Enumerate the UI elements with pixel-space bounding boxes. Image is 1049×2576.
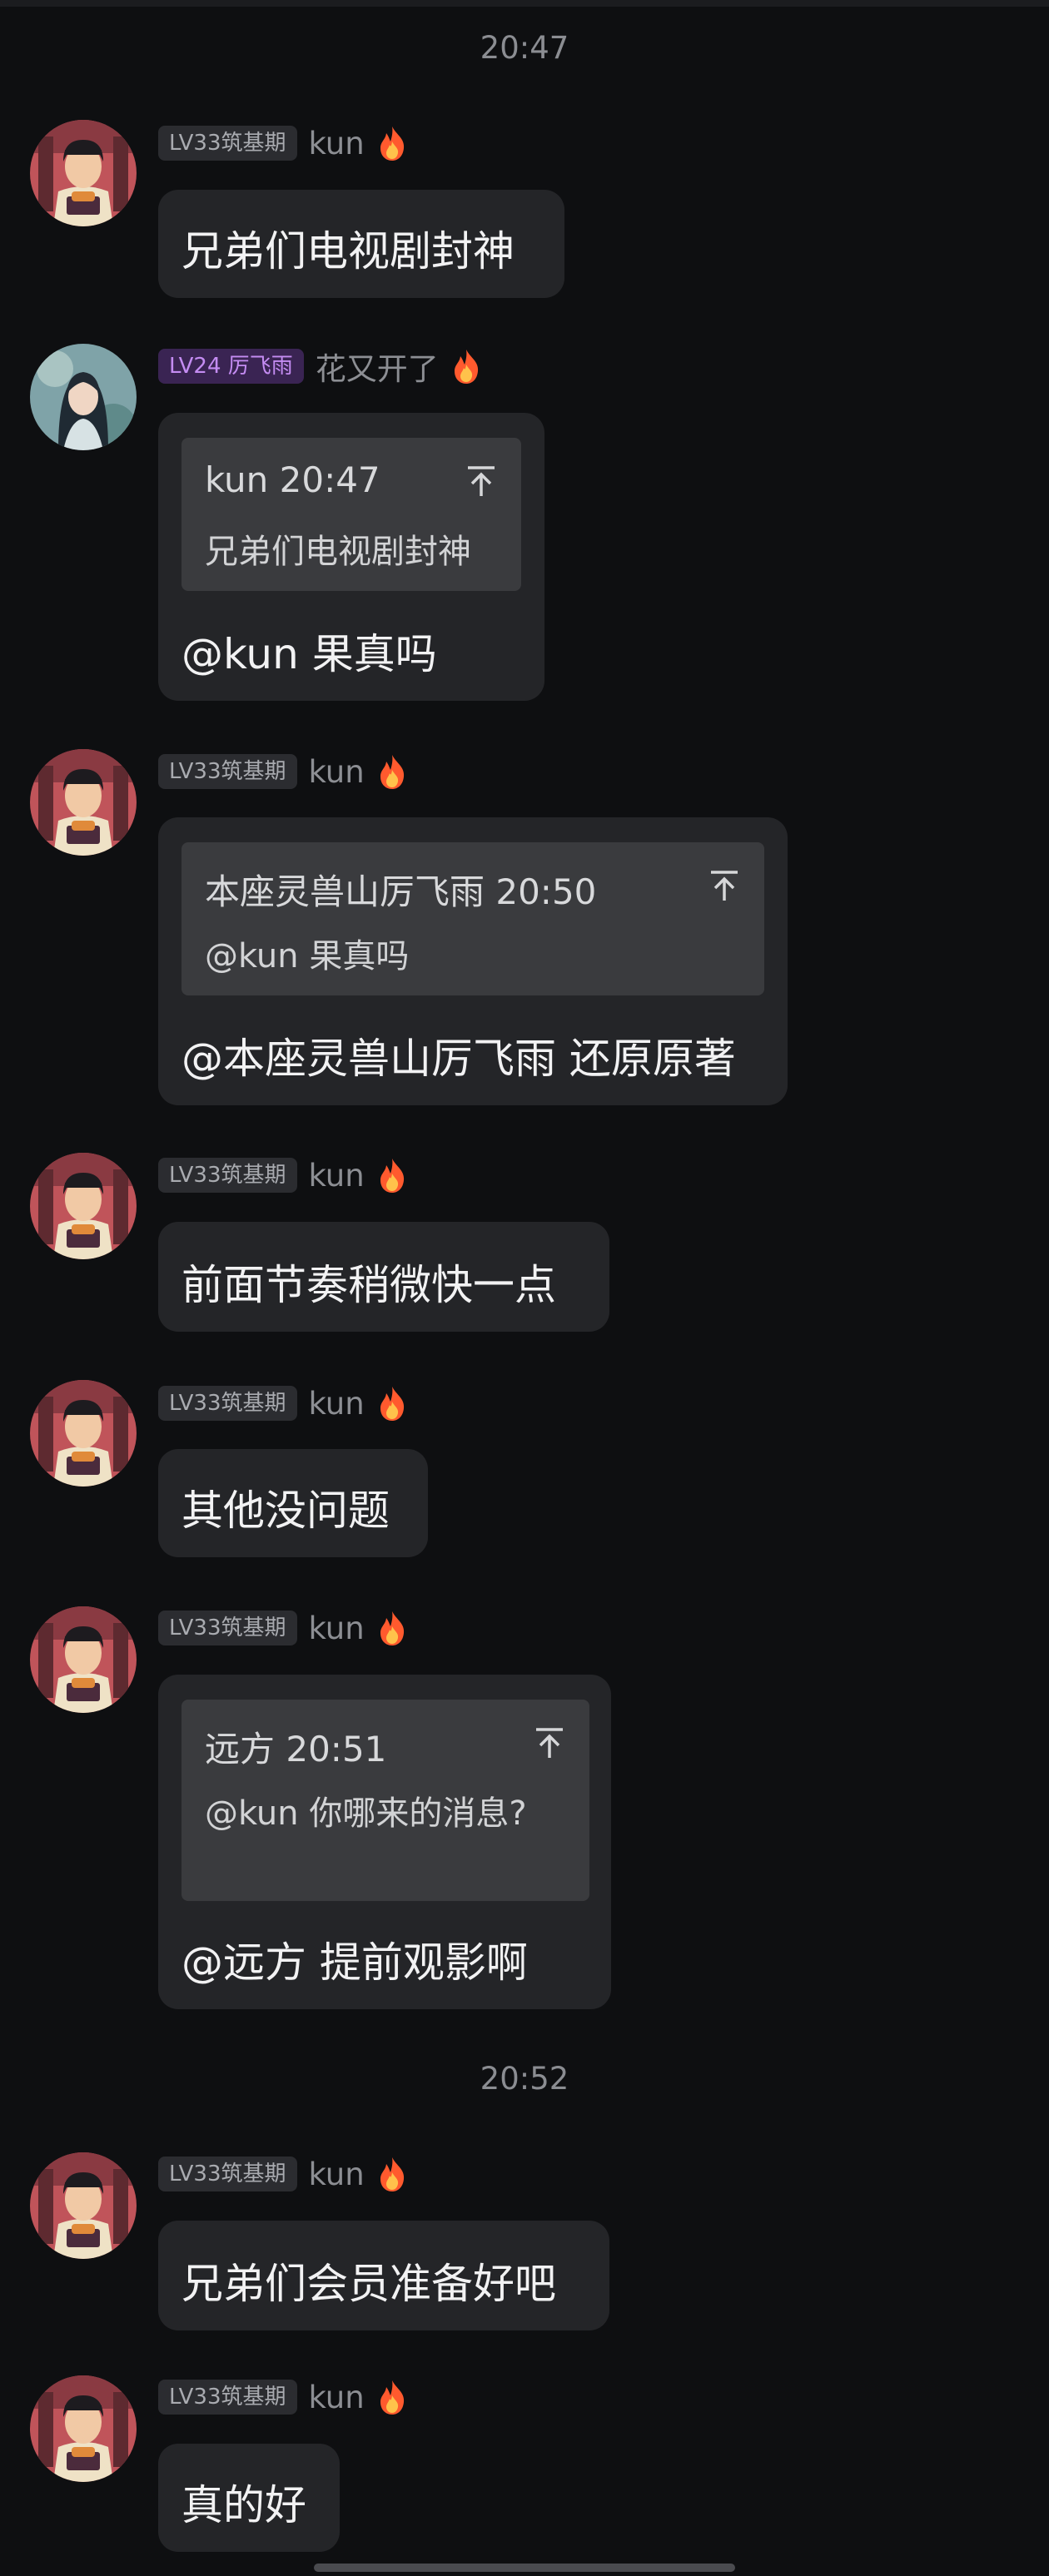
message-meta: LV24 厉飞雨 花又开了 [158,348,482,387]
message-meta: LV33筑基期 kun [158,1157,408,1194]
sender-name[interactable]: kun [309,1611,365,1646]
message-meta: LV33筑基期 kun [158,1610,408,1646]
message-text: 前面节奏稍微快一点 [181,1261,556,1309]
avatar-hua[interactable] [30,344,137,450]
avatar-kun[interactable] [30,1606,137,1713]
message-text: @kun 果真吗 [181,630,437,678]
message-meta: LV33筑基期 kun [158,1385,408,1422]
flame-icon [376,753,408,790]
message-meta: LV33筑基期 kun [158,753,408,790]
sender-name[interactable]: kun [309,2157,365,2192]
level-badge: LV33筑基期 [158,1386,297,1421]
status-strip [0,0,1049,7]
quote-header: 远方 20:51 [205,1729,387,1769]
avatar-kun[interactable] [30,2375,137,2482]
message-bubble[interactable]: 真的好 [158,2444,340,2552]
level-badge: LV33筑基期 [158,1611,297,1645]
avatar-kun[interactable] [30,120,137,226]
jump-to-message-icon[interactable] [533,1726,566,1760]
message-text: 兄弟们电视剧封神 [181,227,515,275]
message-bubble[interactable]: 本座灵兽山厉飞雨 20:50 @kun 果真吗 @本座灵兽山厉飞雨 还原原著 [158,817,788,1105]
sender-name[interactable]: kun [309,126,365,161]
quote-header: kun 20:47 [205,459,380,500]
timestamp-separator: 20:52 [480,2061,569,2097]
flame-icon [376,1157,408,1194]
quoted-message[interactable]: 本座灵兽山厉飞雨 20:50 @kun 果真吗 [181,842,764,995]
jump-to-message-icon[interactable] [465,464,498,498]
avatar-kun[interactable] [30,749,137,856]
sender-name[interactable]: kun [309,2380,365,2415]
level-badge: LV33筑基期 [158,126,297,161]
flame-icon [450,348,482,385]
message-meta: LV33筑基期 kun [158,2156,408,2192]
quote-header: 本座灵兽山厉飞雨 20:50 [205,871,597,912]
flame-icon [376,1385,408,1422]
level-badge: LV24 厉飞雨 [158,349,304,384]
message-bubble[interactable]: 其他没问题 [158,1449,428,1557]
flame-icon [376,1610,408,1646]
avatar-kun[interactable] [30,1153,137,1259]
message-text: @远方 提前观影啊 [181,1938,528,1987]
message-bubble[interactable]: 兄弟们电视剧封神 [158,190,564,298]
timestamp-separator: 20:47 [480,30,569,66]
sender-name[interactable]: kun [309,754,365,790]
level-badge: LV33筑基期 [158,2157,297,2191]
flame-icon [376,2379,408,2415]
jump-to-message-icon[interactable] [708,869,741,902]
message-meta: LV33筑基期 kun [158,2379,408,2415]
flame-icon [376,2156,408,2192]
message-bubble[interactable]: 远方 20:51 @kun 你哪来的消息? @远方 提前观影啊 [158,1675,611,2009]
home-indicator[interactable] [314,2564,735,2572]
message-text: 兄弟们会员准备好吧 [181,2260,556,2308]
message-text: @本座灵兽山厉飞雨 还原原著 [181,1035,736,1083]
message-meta: LV33筑基期 kun [158,125,408,161]
quote-body: @kun 你哪来的消息? [205,1794,527,1833]
quote-body: 兄弟们电视剧封神 [205,533,471,571]
sender-name[interactable]: 花又开了 [316,344,439,389]
level-badge: LV33筑基期 [158,1158,297,1193]
sender-name[interactable]: kun [309,1386,365,1422]
message-bubble[interactable]: kun 20:47 兄弟们电视剧封神 @kun 果真吗 [158,413,544,701]
quoted-message[interactable]: kun 20:47 兄弟们电视剧封神 [181,438,521,591]
avatar-kun[interactable] [30,2152,137,2259]
message-text: 真的好 [181,2481,306,2529]
message-bubble[interactable]: 兄弟们会员准备好吧 [158,2221,609,2330]
level-badge: LV33筑基期 [158,754,297,789]
quoted-message[interactable]: 远方 20:51 @kun 你哪来的消息? [181,1700,589,1901]
level-badge: LV33筑基期 [158,2380,297,2415]
flame-icon [376,125,408,161]
sender-name[interactable]: kun [309,1158,365,1194]
avatar-kun[interactable] [30,1380,137,1487]
quote-body: @kun 果真吗 [205,937,410,975]
message-bubble[interactable]: 前面节奏稍微快一点 [158,1222,609,1332]
message-text: 其他没问题 [181,1487,390,1535]
